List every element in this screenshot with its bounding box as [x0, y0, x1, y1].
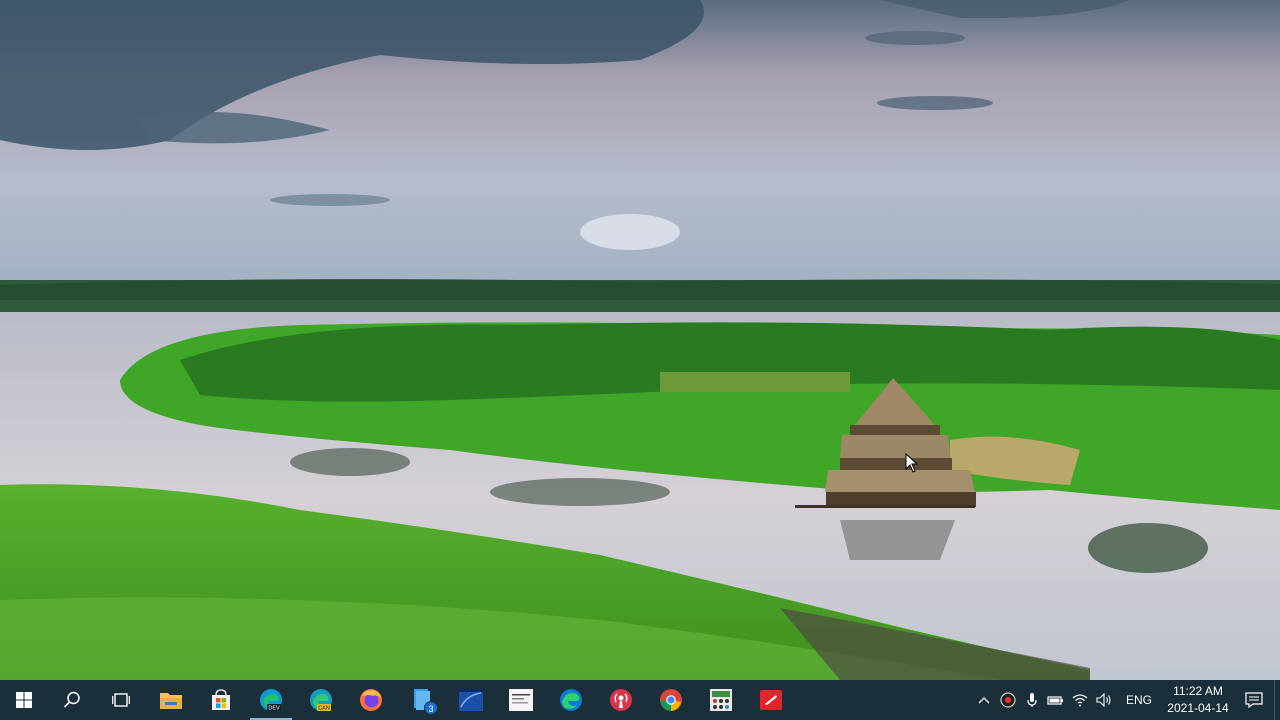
taskbar-podcast-app[interactable]: [596, 680, 646, 720]
taskbar-edge[interactable]: [546, 680, 596, 720]
action-center-button[interactable]: [1234, 680, 1274, 720]
search-icon: [63, 691, 80, 708]
input-language-indicator[interactable]: ENG: [1116, 693, 1162, 707]
calculator-icon: [710, 689, 732, 711]
edge-canary-icon: CAN: [310, 689, 332, 712]
recording-icon: [1000, 692, 1016, 708]
wifi-icon: [1072, 694, 1088, 707]
svg-text:CAN: CAN: [318, 706, 330, 712]
windows-logo-icon: [16, 692, 32, 708]
taskbar: DEV CAN 3 ENG 11:22 AM 2021-04-14: [0, 680, 1280, 720]
show-desktop-button[interactable]: [1274, 680, 1280, 720]
podcast-icon: [610, 689, 632, 711]
task-view-icon: [112, 693, 130, 707]
taskbar-file-explorer[interactable]: [146, 680, 196, 720]
tray-battery[interactable]: [1044, 680, 1068, 720]
tray-microphone[interactable]: [1020, 680, 1044, 720]
taskbar-red-app[interactable]: [746, 680, 796, 720]
edge-icon: [560, 689, 582, 711]
taskbar-firefox[interactable]: [346, 680, 396, 720]
taskbar-edge-canary[interactable]: CAN: [296, 680, 346, 720]
chevron-up-icon: [978, 697, 990, 704]
system-tray: ENG 11:22 AM 2021-04-14: [972, 680, 1280, 720]
battery-icon: [1047, 696, 1063, 705]
volume-icon: [1096, 693, 1111, 707]
firefox-icon: [360, 689, 382, 711]
desktop[interactable]: [0, 0, 1280, 680]
notification-icon: [1245, 692, 1263, 708]
taskbar-microsoft-store[interactable]: [196, 680, 246, 720]
show-hidden-icons-button[interactable]: [972, 680, 996, 720]
taskbar-window-app[interactable]: [446, 680, 496, 720]
svg-text:DEV: DEV: [268, 706, 280, 712]
chrome-icon: [660, 689, 682, 711]
red-tile-icon: [760, 690, 782, 710]
desktop-wallpaper: [0, 0, 1280, 680]
clock[interactable]: 11:22 AM 2021-04-14: [1162, 683, 1234, 717]
microphone-icon: [1027, 693, 1037, 707]
folder-icon: [160, 693, 182, 709]
clock-time: 11:22 AM: [1173, 684, 1223, 698]
taskbar-files[interactable]: 3: [396, 680, 446, 720]
taskbar-document-app[interactable]: [496, 680, 546, 720]
tray-volume[interactable]: [1092, 680, 1116, 720]
start-button[interactable]: [0, 680, 48, 720]
store-icon: [212, 689, 230, 710]
tray-wifi[interactable]: [1068, 680, 1092, 720]
window-app-icon: [459, 689, 483, 711]
taskbar-edge-dev[interactable]: DEV: [246, 680, 296, 720]
tray-recording[interactable]: [996, 680, 1020, 720]
window-count-badge: 3: [424, 701, 438, 715]
clock-date: 2021-04-14: [1167, 701, 1229, 715]
edge-dev-icon: DEV: [260, 689, 282, 712]
task-view-button[interactable]: [96, 680, 146, 720]
search-button[interactable]: [48, 680, 96, 720]
taskbar-calculator-app[interactable]: [696, 680, 746, 720]
mouse-cursor: [905, 453, 919, 473]
document-app-icon: [509, 689, 533, 711]
taskbar-chrome[interactable]: [646, 680, 696, 720]
